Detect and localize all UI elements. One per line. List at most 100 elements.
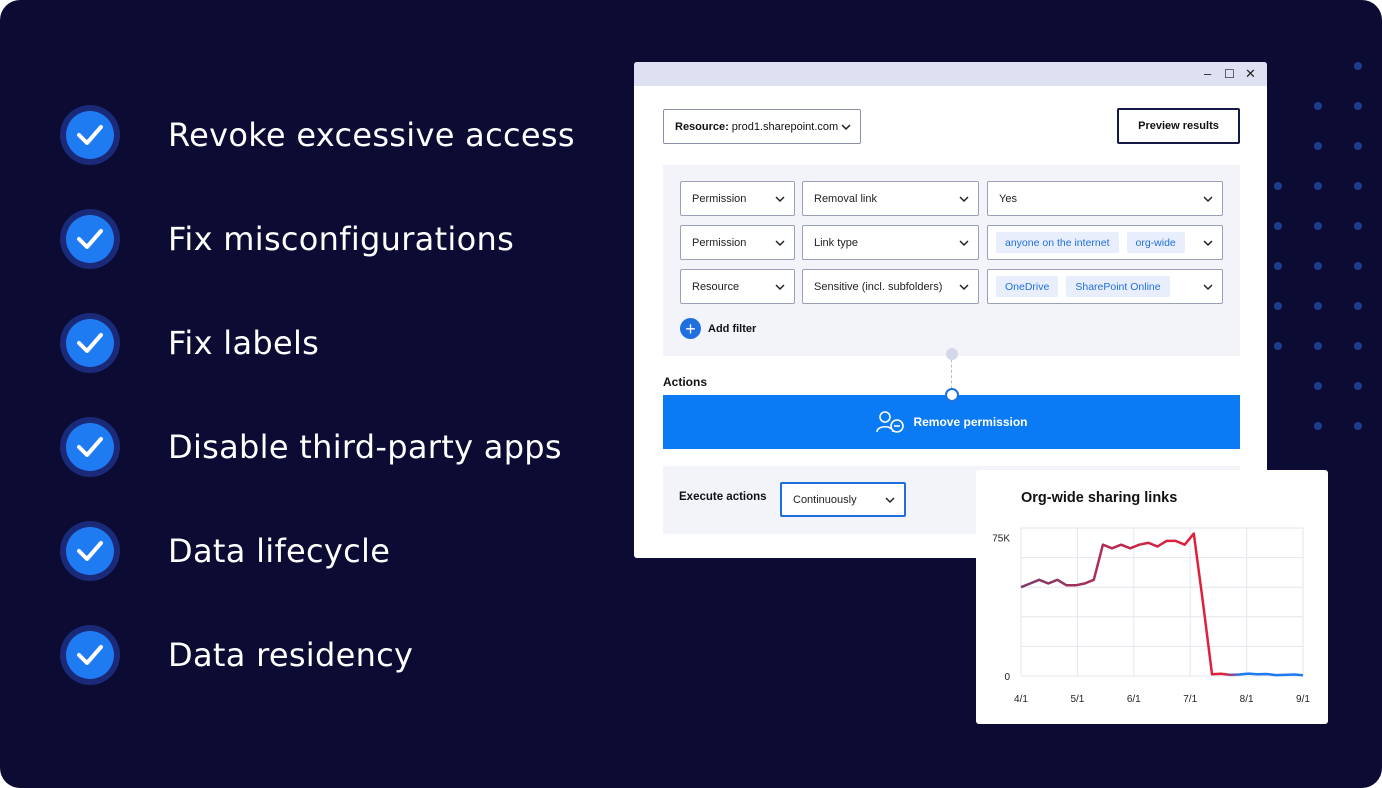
chevron-down-icon	[1203, 282, 1213, 292]
decorative-dot	[1314, 342, 1322, 350]
chevron-down-icon	[959, 282, 969, 292]
decorative-dot	[1354, 302, 1362, 310]
x-tick-label: 8/1	[1240, 694, 1254, 705]
feature-label: Disable third-party apps	[168, 428, 562, 466]
decorative-dot	[1314, 182, 1322, 190]
decorative-dot	[1354, 222, 1362, 230]
filter-chip[interactable]: org-wide	[1127, 232, 1185, 253]
resource-value: prod1.sharepoint.com	[732, 121, 838, 133]
chevron-down-icon	[775, 282, 785, 292]
feature-label: Data lifecycle	[168, 532, 390, 570]
chevron-down-icon	[775, 194, 785, 204]
filter-value-select[interactable]: Yes	[987, 181, 1223, 216]
maximize-icon[interactable]: ☐	[1224, 65, 1235, 83]
filter-condition-select[interactable]: Link type	[802, 225, 979, 260]
decorative-dot	[1354, 142, 1362, 150]
decorative-dot	[1314, 302, 1322, 310]
check-circle-icon	[60, 209, 120, 269]
filter-field-value: Resource	[692, 281, 739, 293]
x-tick-label: 5/1	[1070, 694, 1084, 705]
filter-field-value: Permission	[692, 193, 746, 205]
chevron-down-icon	[1203, 238, 1213, 248]
filter-field-select[interactable]: Resource	[680, 269, 795, 304]
preview-results-button[interactable]: Preview results	[1117, 108, 1240, 144]
filter-field-select[interactable]: Permission	[680, 225, 795, 260]
feature-label: Fix misconfigurations	[168, 220, 514, 258]
check-circle-icon	[60, 313, 120, 373]
filter-chip[interactable]: SharePoint Online	[1066, 276, 1169, 297]
feature-label: Data residency	[168, 636, 413, 674]
decorative-dot	[1314, 142, 1322, 150]
decorative-dot	[1314, 262, 1322, 270]
decorative-dot	[1274, 182, 1282, 190]
chevron-down-icon	[885, 495, 895, 505]
decorative-dot	[1354, 262, 1362, 270]
decorative-dot	[1354, 182, 1362, 190]
check-circle-icon	[60, 105, 120, 165]
feature-item: Data lifecycle	[60, 520, 575, 582]
feature-list: Revoke excessive access Fix misconfigurat…	[60, 104, 575, 728]
feature-item: Fix labels	[60, 312, 575, 374]
decorative-dot	[1354, 382, 1362, 390]
add-filter-label: Add filter	[708, 323, 756, 335]
decorative-dot	[1274, 342, 1282, 350]
execute-frequency-select[interactable]: Continuously	[780, 482, 906, 517]
decorative-dot	[1354, 342, 1362, 350]
remove-permission-label: Remove permission	[913, 415, 1027, 429]
decorative-dot	[1314, 382, 1322, 390]
chevron-down-icon	[1203, 194, 1213, 204]
check-circle-icon	[60, 625, 120, 685]
filter-chip[interactable]: OneDrive	[996, 276, 1058, 297]
execute-actions-label: Execute actions	[679, 491, 767, 503]
background-stage: Revoke excessive access Fix misconfigurat…	[0, 0, 1382, 788]
minimize-icon[interactable]: –	[1204, 65, 1211, 83]
chevron-down-icon	[775, 238, 785, 248]
decorative-dot	[1354, 422, 1362, 430]
resource-select[interactable]: Resource: prod1.sharepoint.com	[663, 109, 861, 144]
decorative-dot	[1274, 222, 1282, 230]
decorative-dot	[1354, 102, 1362, 110]
chevron-down-icon	[959, 238, 969, 248]
check-circle-icon	[60, 521, 120, 581]
connector-node-bottom	[945, 388, 959, 402]
filter-value: Yes	[999, 193, 1017, 205]
filter-condition-value: Sensitive (incl. subfolders)	[814, 281, 942, 293]
resource-prefix: Resource:	[675, 121, 729, 133]
y-tick-label: 0	[1004, 672, 1010, 683]
x-tick-label: 4/1	[1014, 694, 1028, 705]
check-circle-icon	[60, 417, 120, 477]
filter-value-select[interactable]: anyone on the internet org-wide	[987, 225, 1223, 260]
filter-condition-value: Link type	[814, 237, 858, 249]
filter-panel: + Add filter Permission Removal link Yes Pe…	[663, 165, 1240, 356]
chevron-down-icon	[841, 122, 851, 132]
filter-field-select[interactable]: Permission	[680, 181, 795, 216]
filter-value-select[interactable]: OneDrive SharePoint Online	[987, 269, 1223, 304]
filter-condition-value: Removal link	[814, 193, 877, 205]
filter-condition-select[interactable]: Sensitive (incl. subfolders)	[802, 269, 979, 304]
chart-card: Org-wide sharing links 075K4/15/16/17/18…	[976, 470, 1328, 724]
decorative-dot	[1354, 62, 1362, 70]
decorative-dot	[1314, 222, 1322, 230]
connector-node-top	[946, 348, 958, 360]
filter-field-value: Permission	[692, 237, 746, 249]
y-tick-label: 75K	[992, 533, 1010, 544]
feature-item: Disable third-party apps	[60, 416, 575, 478]
filter-condition-select[interactable]: Removal link	[802, 181, 979, 216]
plus-icon: +	[680, 318, 701, 339]
feature-item: Data residency	[60, 624, 575, 686]
x-tick-label: 7/1	[1183, 694, 1197, 705]
window-titlebar: – ☐ ✕	[634, 62, 1267, 86]
feature-label: Revoke excessive access	[168, 116, 575, 154]
decorative-dot	[1274, 302, 1282, 310]
close-icon[interactable]: ✕	[1245, 65, 1256, 83]
user-remove-icon	[875, 410, 905, 434]
decorative-dot	[1314, 102, 1322, 110]
feature-item: Revoke excessive access	[60, 104, 575, 166]
line-chart: 075K4/15/16/17/18/19/1	[976, 470, 1328, 724]
actions-heading: Actions	[663, 375, 707, 389]
filter-chip[interactable]: anyone on the internet	[996, 232, 1119, 253]
add-filter-button[interactable]: + Add filter	[680, 318, 756, 339]
series-line	[1021, 534, 1303, 676]
chevron-down-icon	[959, 194, 969, 204]
remove-permission-button[interactable]: Remove permission	[663, 395, 1240, 449]
